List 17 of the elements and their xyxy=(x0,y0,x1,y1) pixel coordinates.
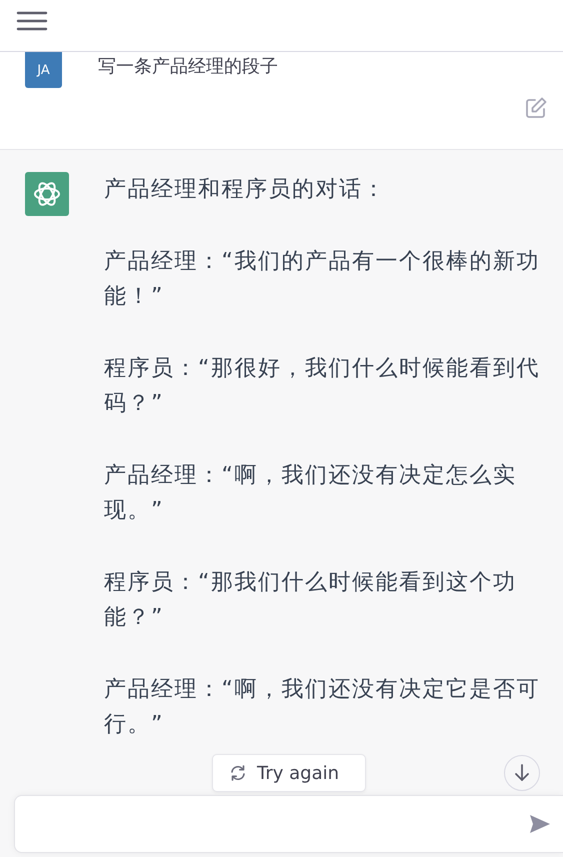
message-input[interactable] xyxy=(14,795,563,853)
menu-icon[interactable] xyxy=(16,11,48,31)
arrow-down-icon xyxy=(513,763,531,783)
message-paragraph: 产品经理：“啊，我们还没有决定怎么实现。” xyxy=(104,462,518,525)
message-paragraph: 程序员：“那我们什么时候能看到这个功能？” xyxy=(104,569,518,632)
user-avatar: JA xyxy=(25,52,62,88)
edit-icon[interactable] xyxy=(525,97,547,119)
message-paragraph: 产品经理：“啊，我们还没有决定它是否可行。” xyxy=(104,676,541,739)
message-paragraph: 产品经理：“我们的产品有一个很棒的新功能！” xyxy=(104,248,541,311)
refresh-icon xyxy=(229,764,247,782)
message-paragraph: 产品经理和程序员的对话： xyxy=(104,176,387,204)
message-paragraph: 程序员：“那很好，我们什么时候能看到代码？” xyxy=(104,355,541,418)
assistant-avatar-icon xyxy=(25,172,69,216)
try-again-button[interactable]: Try again xyxy=(212,754,366,792)
message-text: 写一条产品经理的段子 xyxy=(98,56,278,79)
send-icon[interactable] xyxy=(529,814,551,834)
scroll-down-button[interactable] xyxy=(504,755,540,791)
